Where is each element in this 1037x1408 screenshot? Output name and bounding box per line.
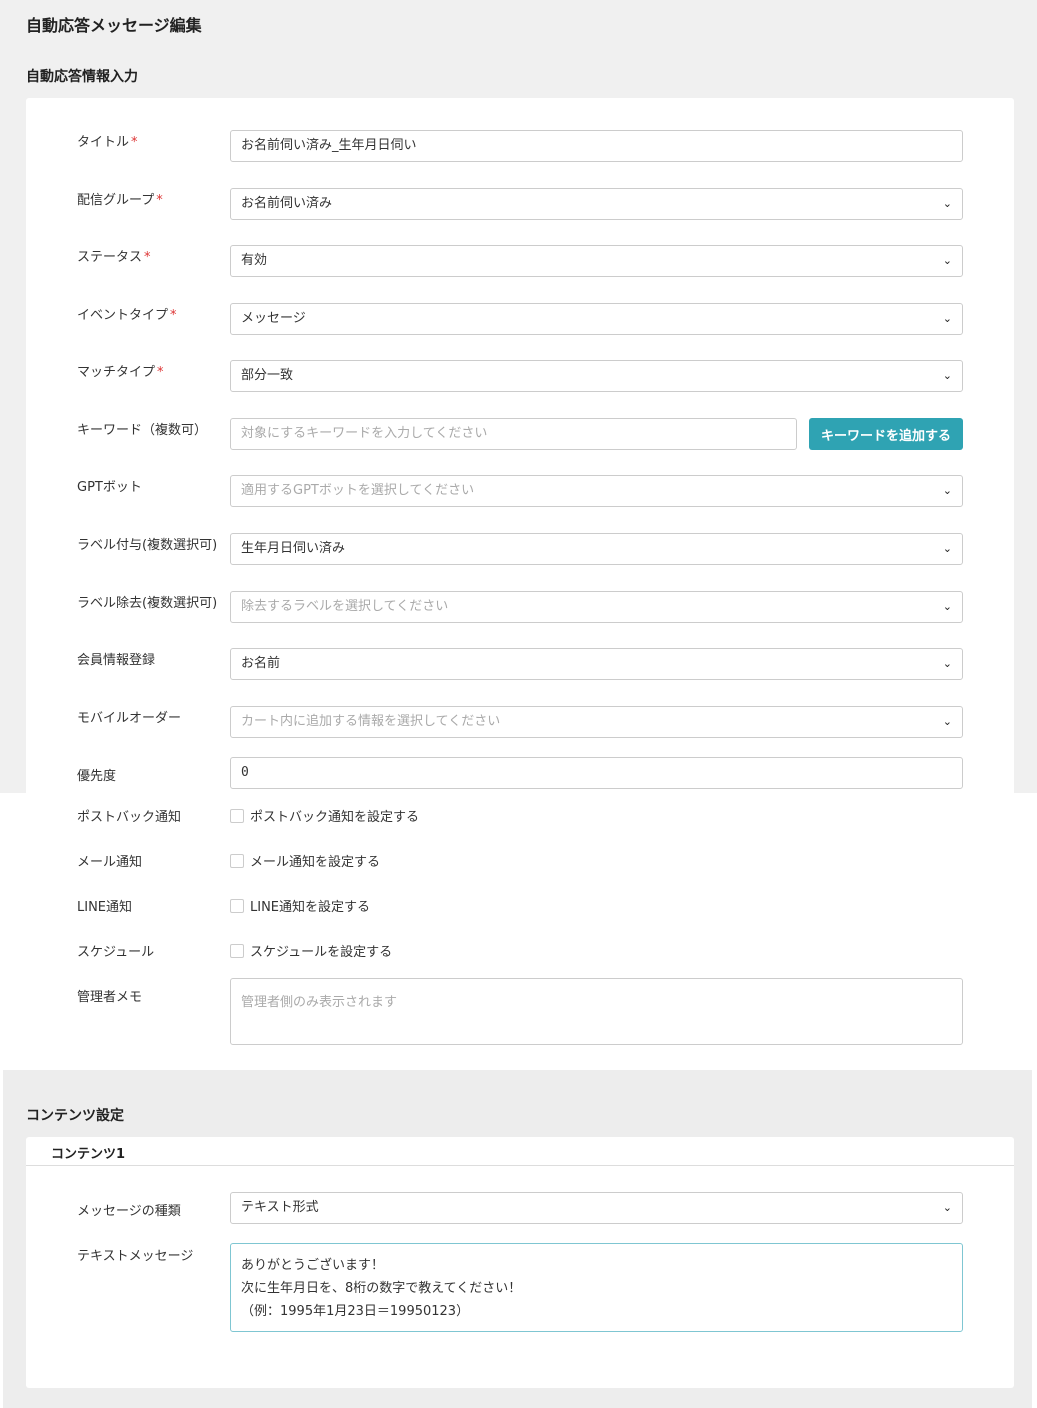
chevron-down-icon: ⌄ [942,542,952,555]
mail-label: メール通知 [77,855,143,870]
chevron-down-icon: ⌄ [942,197,952,210]
gpt-bot-label: GPTボット [77,480,142,495]
chevron-down-icon: ⌄ [942,657,952,670]
required-mark: * [170,308,177,323]
chevron-down-icon: ⌄ [942,369,952,382]
chevron-down-icon: ⌄ [942,715,952,728]
label-add-select[interactable]: 生年月日伺い済み ⌄ [230,533,963,565]
chevron-down-icon: ⌄ [942,600,952,613]
text-message-textarea[interactable]: ありがとうございます！ 次に生年月日を、8桁の数字で教えてください！ （例：19… [230,1243,963,1332]
message-line: 次に生年月日を、8桁の数字で教えてください！ [241,1281,522,1296]
line-checkbox[interactable] [230,899,244,913]
message-type-label: メッセージの種類 [77,1204,181,1219]
chevron-down-icon: ⌄ [942,254,952,267]
mail-checkbox-label: メール通知を設定する [250,855,381,870]
status-label: ステータス * [77,250,151,265]
required-mark: * [157,365,164,380]
required-mark: * [156,193,163,208]
add-keyword-button[interactable]: キーワードを追加する [809,418,963,450]
label-add-label: ラベル付与(複数選択可) [77,538,218,553]
line-checkbox-label: LINE通知を設定する [250,900,371,915]
title-input[interactable]: お名前伺い済み_生年月日伺い [230,130,963,162]
title-label: タイトル * [77,135,138,150]
keyword-label: キーワード（複数可） [77,423,208,438]
mail-checkbox-row[interactable]: メール通知を設定する [230,851,380,870]
group-label: 配信グループ * [77,193,163,208]
event-type-select-value: メッセージ [241,311,306,326]
status-select[interactable]: 有効 ⌄ [230,245,963,277]
schedule-checkbox-label: スケジュールを設定する [250,945,393,960]
chevron-down-icon: ⌄ [942,1201,952,1214]
group-select-value: お名前伺い済み [241,196,333,211]
priority-input[interactable]: 0 [230,757,963,789]
postback-checkbox-row[interactable]: ポストバック通知を設定する [230,806,419,825]
member-info-label: 会員情報登録 [77,653,156,668]
postback-checkbox-label: ポストバック通知を設定する [250,810,420,825]
group-select[interactable]: お名前伺い済み ⌄ [230,188,963,220]
memo-textarea[interactable]: 管理者側のみ表示されます [230,978,963,1045]
chevron-down-icon: ⌄ [942,484,952,497]
event-type-label: イベントタイプ * [77,308,177,323]
match-type-label: マッチタイプ * [77,365,164,380]
content-card: コンテンツ1 メッセージの種類 テキスト形式 ⌄ テキストメッセージ ありがとうご… [26,1137,1014,1388]
memo-label: 管理者メモ [77,990,143,1005]
content1-title: コンテンツ1 [51,1147,126,1162]
message-line: ありがとうございます！ [241,1258,385,1273]
gpt-bot-select[interactable]: 適用するGPTボットを選択してください ⌄ [230,475,963,507]
postback-checkbox[interactable] [230,809,244,823]
mobile-order-select[interactable]: カート内に追加する情報を選択してください ⌄ [230,706,963,738]
schedule-checkbox-row[interactable]: スケジュールを設定する [230,941,392,960]
mobile-order-placeholder: カート内に追加する情報を選択してください [241,714,501,729]
text-message-label: テキストメッセージ [77,1249,194,1264]
schedule-checkbox[interactable] [230,944,244,958]
message-type-select-value: テキスト形式 [241,1200,319,1215]
match-type-select-value: 部分一致 [241,368,294,383]
mail-checkbox[interactable] [230,854,244,868]
line-label: LINE通知 [77,900,133,915]
message-line: （例：1995年1月23日＝19950123） [241,1304,470,1319]
content-section-title: コンテンツ設定 [26,1108,124,1124]
label-remove-select[interactable]: 除去するラベルを選択してください ⌄ [230,591,963,623]
member-info-select-value: お名前 [241,656,281,671]
line-checkbox-row[interactable]: LINE通知を設定する [230,896,370,915]
member-info-select[interactable]: お名前 ⌄ [230,648,963,680]
postback-label: ポストバック通知 [77,810,182,825]
required-mark: * [131,135,138,150]
chevron-down-icon: ⌄ [942,312,952,325]
info-section-title: 自動応答情報入力 [26,69,138,85]
event-type-select[interactable]: メッセージ ⌄ [230,303,963,335]
label-add-select-value: 生年月日伺い済み [241,541,346,556]
schedule-label: スケジュール [77,945,155,960]
gpt-bot-placeholder: 適用するGPTボットを選択してください [241,483,475,498]
keyword-input[interactable]: 対象にするキーワードを入力してください [230,418,797,450]
label-remove-placeholder: 除去するラベルを選択してください [241,599,449,614]
status-select-value: 有効 [241,253,268,268]
mobile-order-label: モバイルオーダー [77,711,182,726]
page-title: 自動応答メッセージ編集 [26,16,202,35]
info-card: タイトル * お名前伺い済み_生年月日伺い 配信グループ * お名前伺い済み ⌄ ステ… [26,98,1014,1070]
label-remove-label: ラベル除去(複数選択可) [77,596,218,611]
required-mark: * [144,250,151,265]
content1-header: コンテンツ1 [26,1137,1014,1166]
match-type-select[interactable]: 部分一致 ⌄ [230,360,963,392]
priority-label: 優先度 [77,769,117,784]
message-type-select[interactable]: テキスト形式 ⌄ [230,1192,963,1224]
